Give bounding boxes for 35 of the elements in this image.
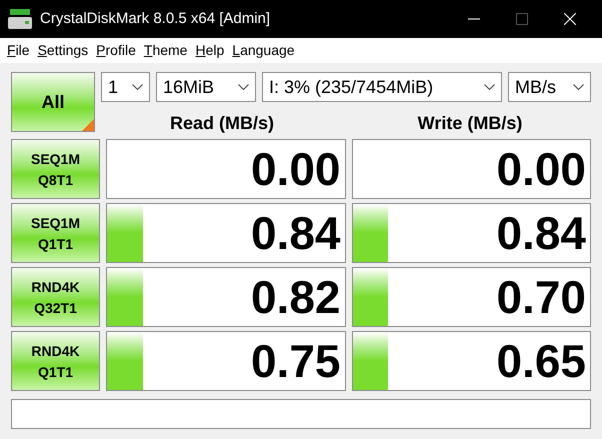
corner-triangle-icon	[82, 119, 94, 131]
test-button[interactable]: RND4K Q32T1	[11, 267, 100, 327]
test-button[interactable]: RND4K Q1T1	[11, 331, 100, 391]
chevron-down-icon	[132, 84, 143, 90]
result-value: 0.00	[250, 146, 340, 192]
result-value: 0.84	[250, 210, 340, 256]
menu-item[interactable]: Profile	[92, 40, 140, 61]
test-button[interactable]: SEQ1M Q1T1	[11, 203, 100, 263]
menu-item[interactable]: Language	[228, 40, 299, 61]
chevron-down-icon	[573, 84, 584, 90]
disk-drive-icon	[8, 8, 32, 30]
result-value: 0.00	[496, 146, 586, 192]
column-header: Write (MB/s)	[416, 112, 524, 134]
chevron-down-icon	[484, 84, 495, 90]
dropdown[interactable]: 16MiB	[156, 72, 256, 102]
result-value: 0.70	[496, 274, 586, 320]
result-value: 0.75	[250, 338, 340, 384]
dropdown[interactable]: MB/s	[508, 72, 591, 102]
menu-item[interactable]: Theme	[140, 40, 192, 61]
result-value: 0.65	[496, 338, 586, 384]
test-button[interactable]: SEQ1M Q8T1	[11, 139, 100, 199]
column-header: Read (MB/s)	[168, 112, 275, 134]
comment-field[interactable]	[11, 399, 591, 429]
menu-item[interactable]: File	[3, 40, 34, 61]
menu-item[interactable]: Settings	[34, 40, 92, 61]
result-value: 0.82	[250, 274, 340, 320]
maximize-icon[interactable]	[516, 13, 528, 25]
dropdown[interactable]: 1	[101, 72, 150, 102]
dropdown[interactable]: I: 3% (235/7454MiB)	[262, 72, 502, 102]
close-icon[interactable]	[564, 13, 576, 25]
all-button[interactable]: All	[11, 72, 95, 132]
window-title: CrystalDiskMark 8.0.5 x64 [Admin]	[40, 8, 270, 29]
chevron-down-icon	[238, 84, 249, 90]
menu-item[interactable]: Help	[191, 40, 228, 61]
result-value: 0.84	[496, 210, 586, 256]
